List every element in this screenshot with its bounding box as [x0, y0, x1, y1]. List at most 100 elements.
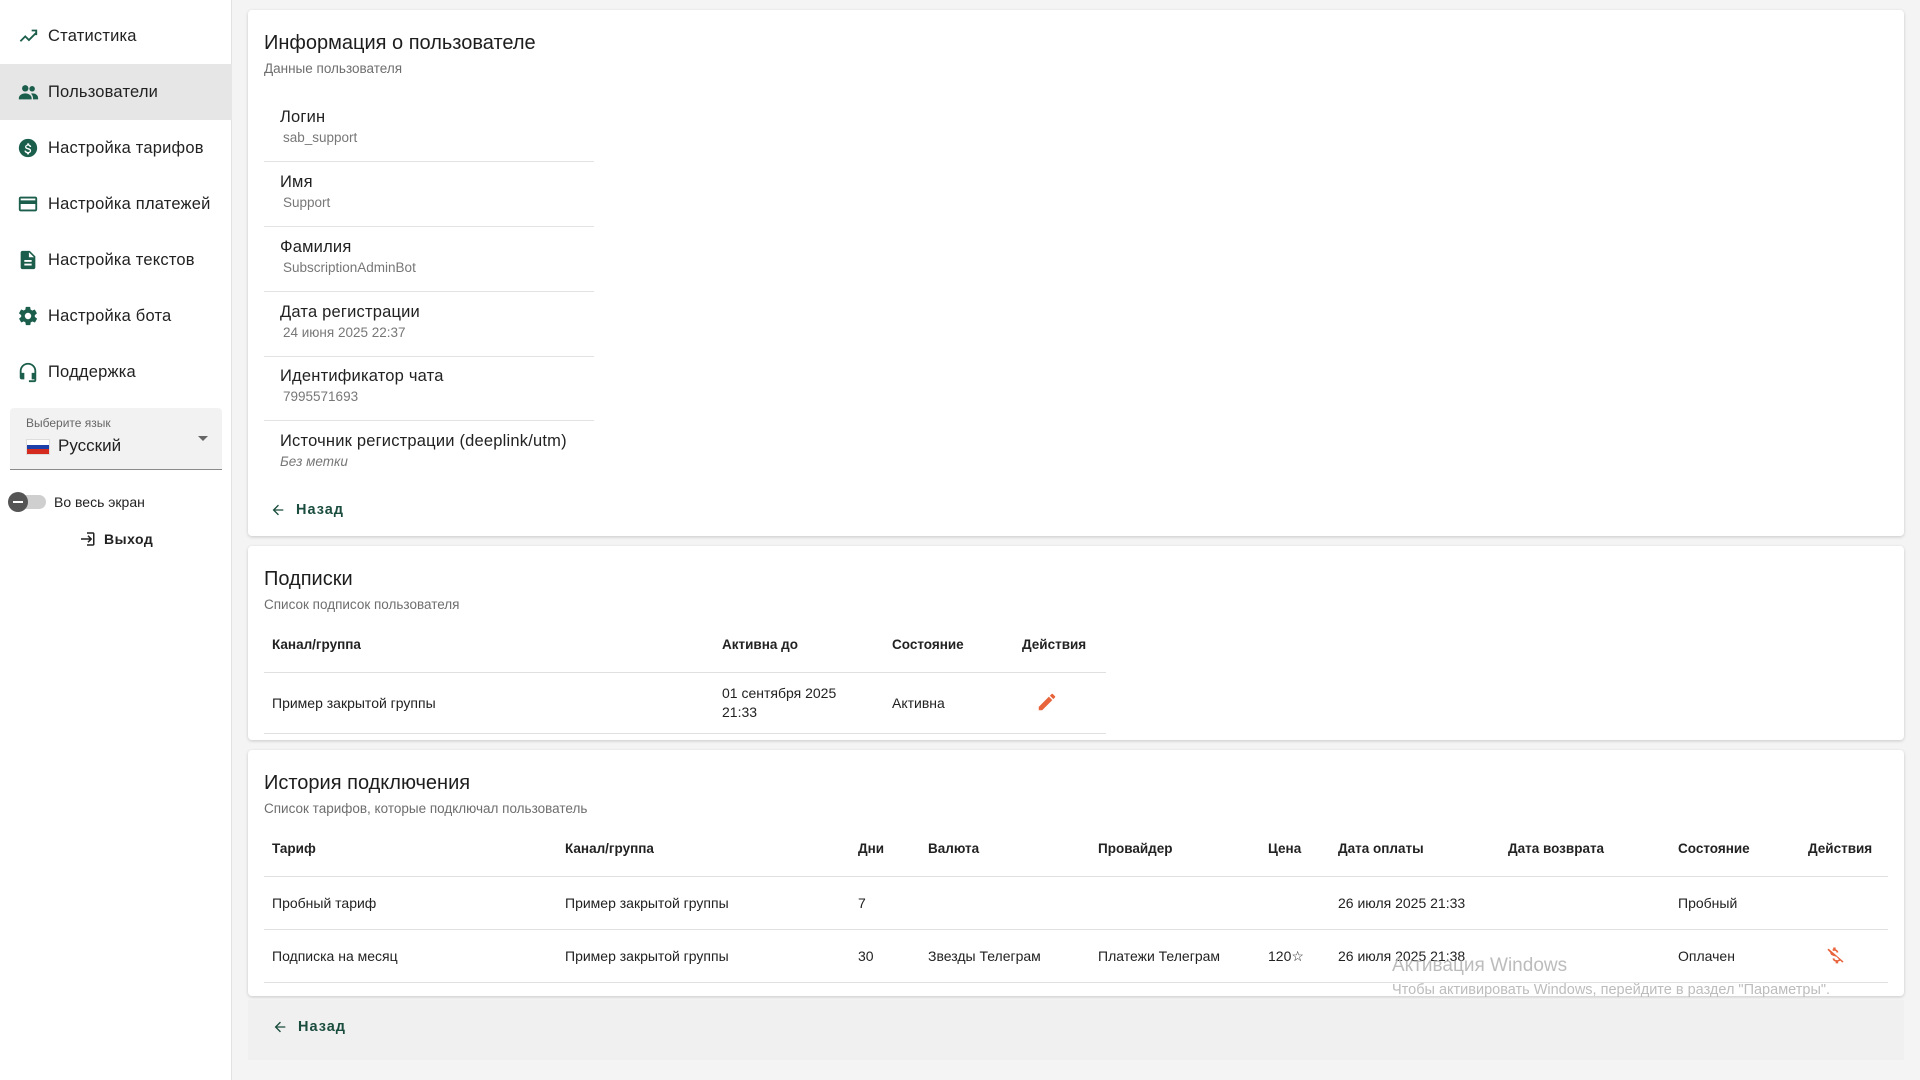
cell-price	[1260, 876, 1330, 930]
subscriptions-title: Подписки	[264, 568, 353, 590]
history-table: Тариф Канал/группа Дни Валюта Провайдер …	[264, 820, 1888, 983]
sidebar-item-texts[interactable]: Настройка текстов	[0, 232, 232, 288]
gear-icon	[16, 304, 40, 328]
sidebar-item-statistics[interactable]: Статистика	[0, 8, 232, 64]
cell-tariff: Пробный тариф	[264, 876, 557, 930]
sidebar-item-support[interactable]: Поддержка	[0, 344, 232, 400]
column-header: Дата возврата	[1500, 820, 1670, 877]
cell-channel: Пример закрытой группы	[557, 929, 850, 983]
windows-activation-title: Активация Windows	[1392, 955, 1568, 976]
info-value: Без метки	[280, 454, 348, 469]
fullscreen-toggle[interactable]: Во весь экран	[8, 492, 145, 512]
column-header: Валюта	[920, 820, 1090, 877]
cell-provider	[1090, 876, 1260, 930]
column-header: Действия	[1014, 616, 1106, 673]
history-subtitle: Список тарифов, которые подключал пользо…	[264, 801, 588, 816]
credit-card-icon	[16, 192, 40, 216]
cell-state: Активна	[884, 672, 1014, 734]
cell-provider: Платежи Телеграм	[1090, 929, 1260, 983]
cell-currency: Звезды Телеграм	[920, 929, 1090, 983]
cell-days: 7	[850, 876, 920, 930]
sidebar-item-label: Поддержка	[48, 362, 136, 381]
table-header-row: Канал/группа Активна до Состояние Действ…	[264, 616, 1106, 673]
sidebar-item-label: Пользователи	[48, 82, 159, 101]
toggle-switch[interactable]	[8, 492, 46, 512]
chart-line-icon	[16, 24, 40, 48]
logout-button[interactable]: Выход	[78, 530, 153, 548]
language-select-value: Русский	[58, 436, 122, 455]
back-label: Назад	[296, 502, 344, 518]
cell-days: 30	[850, 929, 920, 983]
info-label: Фамилия	[280, 238, 352, 256]
table-header-row: Тариф Канал/группа Дни Валюта Провайдер …	[264, 820, 1888, 877]
info-value: Support	[283, 195, 331, 210]
info-row-login: Логин sab_support	[264, 98, 594, 162]
cell-currency	[920, 876, 1090, 930]
language-select[interactable]: Выберите язык Русский	[10, 408, 222, 470]
column-header: Дата оплаты	[1330, 820, 1500, 877]
subscriptions-card: Подписки Список подписок пользователя Ка…	[248, 546, 1904, 740]
sidebar-item-users[interactable]: Пользователи	[0, 64, 232, 120]
info-value: SubscriptionAdminBot	[283, 260, 416, 275]
cell-state: Пробный	[1670, 876, 1800, 930]
column-header: Действия	[1800, 820, 1888, 877]
history-card: История подключения Список тарифов, кото…	[248, 750, 1904, 996]
table-row: Пробный тариф Пример закрытой группы 7 2…	[264, 876, 1888, 930]
info-value: 7995571693	[283, 389, 359, 404]
money-off-icon[interactable]	[1824, 947, 1844, 968]
sidebar-item-bot-settings[interactable]: Настройка бота	[0, 288, 232, 344]
info-label: Идентификатор чата	[280, 367, 444, 385]
column-header: Состояние	[884, 616, 1014, 673]
cell-actions	[1014, 672, 1106, 734]
arrow-left-icon	[272, 504, 284, 516]
cell-price: 120☆	[1260, 929, 1330, 983]
cell-active-until: 01 сентября 2025 21:33	[714, 672, 884, 734]
info-row-first-name: Имя Support	[264, 163, 594, 227]
history-title: История подключения	[264, 772, 471, 794]
headset-icon	[16, 360, 40, 384]
cell-channel: Пример закрытой группы	[557, 876, 850, 930]
people-icon	[16, 80, 40, 104]
column-header: Канал/группа	[557, 820, 850, 877]
subscriptions-table: Канал/группа Активна до Состояние Действ…	[264, 616, 1106, 734]
cell-paid-date: 26 июля 2025 21:33	[1330, 876, 1500, 930]
user-info-card: Информация о пользователе Данные пользов…	[248, 10, 1904, 536]
cell-actions	[1800, 929, 1888, 983]
info-value: 24 июня 2025 22:37	[283, 325, 406, 340]
back-button[interactable]: Назад	[270, 502, 344, 518]
sidebar-item-label: Настройка текстов	[48, 250, 195, 269]
sidebar-item-label: Статистика	[48, 26, 137, 45]
sidebar: Статистика Пользователи Настройка тарифо…	[0, 0, 232, 1080]
cell-actions	[1800, 876, 1888, 930]
subscriptions-subtitle: Список подписок пользователя	[264, 597, 460, 612]
arrow-left-icon	[274, 1021, 286, 1033]
bottom-bar: Назад	[248, 1000, 1904, 1060]
info-row-chat-id: Идентификатор чата 7995571693	[264, 357, 594, 421]
russia-flag-icon	[26, 439, 50, 455]
column-header: Дни	[850, 820, 920, 877]
fullscreen-label: Во весь экран	[54, 494, 145, 510]
column-header: Состояние	[1670, 820, 1800, 877]
chevron-down-icon	[198, 436, 208, 441]
info-label: Логин	[280, 108, 326, 126]
info-value: sab_support	[283, 130, 358, 145]
sidebar-item-payments[interactable]: Настройка платежей	[0, 176, 232, 232]
column-header: Провайдер	[1090, 820, 1260, 877]
cell-tariff: Подписка на месяц	[264, 929, 557, 983]
sidebar-item-tariffs[interactable]: Настройка тарифов	[0, 120, 232, 176]
back-button-bottom[interactable]: Назад	[272, 1019, 346, 1035]
active-until-time: 21:33	[722, 704, 758, 720]
dollar-circle-icon	[16, 136, 40, 160]
table-row: Подписка на месяц Пример закрытой группы…	[264, 929, 1888, 983]
column-header: Канал/группа	[264, 616, 714, 673]
cell-state: Оплачен	[1670, 929, 1800, 983]
column-header: Активна до	[714, 616, 884, 673]
column-header: Цена	[1260, 820, 1330, 877]
sidebar-item-label: Настройка платежей	[48, 194, 211, 213]
info-label: Источник регистрации (deeplink/utm)	[280, 432, 567, 450]
sidebar-item-label: Настройка бота	[48, 306, 172, 325]
back-label: Назад	[298, 1019, 346, 1035]
info-row-registration-source: Источник регистрации (deeplink/utm) Без …	[264, 422, 594, 486]
info-label: Дата регистрации	[280, 303, 420, 321]
edit-pencil-icon[interactable]	[1036, 693, 1058, 716]
